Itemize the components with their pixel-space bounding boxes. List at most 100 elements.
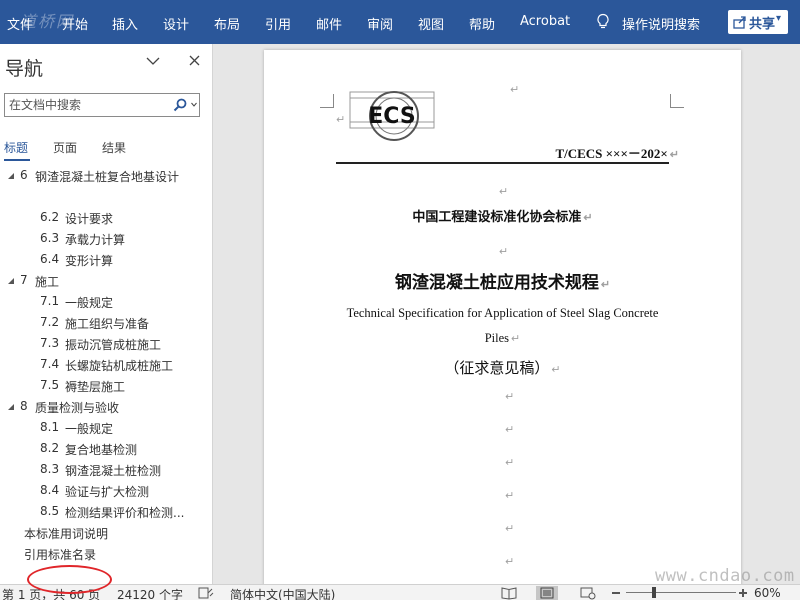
paragraph-mark: ↵ xyxy=(600,279,611,291)
tab-acrobat[interactable]: Acrobat xyxy=(520,14,570,29)
nav-heading-item[interactable]: 8.1 一般规定 xyxy=(0,420,212,438)
paragraph-mark: ↵ xyxy=(505,555,515,568)
document-page[interactable]: ↵ ↵ ECS T/CECS ×××－202× ↵ ↵ 中国工程建设标准化协会标准… xyxy=(264,50,741,584)
ecs-logo-text: ECS xyxy=(368,104,415,129)
nav-heading-text: 复合地基检测 xyxy=(65,443,138,457)
tab-headings[interactable]: 标题 xyxy=(4,139,28,156)
nav-heading-text: 质量检测与验收 xyxy=(35,401,120,415)
nav-heading-number: 8.1 xyxy=(40,420,60,434)
margin-corner-mark xyxy=(670,94,684,108)
nav-heading-number: 7.4 xyxy=(40,357,60,371)
nav-heading-item[interactable]: 6.3 承载力计算 xyxy=(0,231,212,249)
tab-mailings[interactable]: 邮件 xyxy=(316,14,342,33)
tab-help[interactable]: 帮助 xyxy=(469,14,495,33)
standard-code-text: T/CECS ×××－202× xyxy=(555,146,668,161)
nav-heading-item[interactable]: 7.5 褥垫层施工 xyxy=(0,378,212,396)
nav-heading-text: 验证与扩大检测 xyxy=(65,485,150,499)
nav-heading-item[interactable]: 7 施工 xyxy=(0,273,212,291)
search-input[interactable] xyxy=(5,94,170,116)
status-bar: 第 1 页，共 60 页 24120 个字 简体中文(中国大陆) 60% xyxy=(0,584,800,600)
language[interactable]: 简体中文(中国大陆) xyxy=(230,586,335,600)
tab-file[interactable]: 文件 xyxy=(7,14,33,33)
organization-name: 中国工程建设标准化协会标准 xyxy=(412,209,582,224)
selected-heading-highlight xyxy=(0,186,212,207)
expand-caret-icon[interactable] xyxy=(7,173,15,179)
chevron-down-icon[interactable] xyxy=(191,102,197,107)
share-button[interactable]: 共享 ▾ xyxy=(728,10,788,34)
nav-heading-item[interactable]: 6.2 设计要求 xyxy=(0,210,212,228)
nav-search-box xyxy=(4,93,200,117)
nav-heading-item[interactable]: 本标准用词说明 xyxy=(0,525,212,543)
paragraph-mark: ↵ xyxy=(510,83,520,96)
tab-review[interactable]: 审阅 xyxy=(367,14,393,33)
word-count[interactable]: 24120 个字 xyxy=(117,586,183,600)
nav-heading-number: 7.3 xyxy=(40,336,60,350)
nav-heading-item[interactable]: 8.5 检测结果评价和检测... xyxy=(0,504,212,522)
tell-me-search[interactable]: 操作说明搜索 xyxy=(622,14,700,33)
standard-code: T/CECS ×××－202× ↵ xyxy=(555,143,679,162)
tab-view[interactable]: 视图 xyxy=(418,14,444,33)
zoom-in-button-bar[interactable] xyxy=(742,589,744,597)
zoom-slider-thumb[interactable] xyxy=(652,587,656,598)
header-rule xyxy=(336,162,669,164)
page-count-highlight-circle xyxy=(27,565,112,594)
nav-heading-item[interactable]: 7.1 一般规定 xyxy=(0,294,212,312)
paragraph-mark: ↵ xyxy=(551,364,561,376)
web-layout-icon[interactable] xyxy=(577,586,599,600)
paragraph-mark: ↵ xyxy=(669,149,679,161)
draft-label: （征求意见稿） xyxy=(444,361,550,377)
nav-heading-number: 6.4 xyxy=(40,252,60,266)
share-label: 共享 xyxy=(749,17,776,32)
expand-caret-icon[interactable] xyxy=(7,278,15,284)
chevron-down-icon[interactable] xyxy=(146,56,160,66)
nav-heading-item[interactable]: 7.3 振动沉管成桩施工 xyxy=(0,336,212,354)
document-canvas[interactable]: ↵ ↵ ECS T/CECS ×××－202× ↵ ↵ 中国工程建设标准化协会标准… xyxy=(214,44,800,584)
proofing-icon[interactable] xyxy=(198,587,214,599)
title-cn-line: 钢渣混凝土桩应用技术规程 ↵ xyxy=(264,268,741,293)
nav-heading-item[interactable]: 8.3 钢渣混凝土桩检测 xyxy=(0,462,212,480)
paragraph-mark: ↵ xyxy=(498,185,509,198)
search-icon[interactable] xyxy=(173,98,187,112)
read-mode-icon[interactable] xyxy=(498,586,520,600)
tab-design[interactable]: 设计 xyxy=(163,14,189,33)
tab-layout[interactable]: 布局 xyxy=(214,14,240,33)
nav-heading-text: 施工 xyxy=(35,275,60,289)
tab-results[interactable]: 结果 xyxy=(102,139,126,156)
nav-heading-number: 7 xyxy=(20,273,28,287)
nav-heading-text: 一般规定 xyxy=(65,422,114,436)
zoom-out-button[interactable] xyxy=(612,592,620,594)
nav-heading-text: 引用标准名录 xyxy=(24,548,97,562)
lightbulb-icon[interactable] xyxy=(596,13,610,30)
nav-heading-item[interactable]: 6 钢渣混凝土桩复合地基设计 xyxy=(0,168,212,186)
nav-heading-item[interactable]: 7.4 长螺旋钻机成桩施工 xyxy=(0,357,212,375)
nav-heading-number: 8 xyxy=(20,399,28,413)
paragraph-mark: ↵ xyxy=(498,245,509,258)
nav-heading-number: 6 xyxy=(20,168,28,182)
zoom-level[interactable]: 60% xyxy=(754,586,781,600)
nav-heading-number: 7.5 xyxy=(40,378,60,392)
nav-heading-text: 振动沉管成桩施工 xyxy=(65,338,162,352)
nav-heading-item[interactable]: 8 质量检测与验收 xyxy=(0,399,212,417)
print-layout-icon[interactable] xyxy=(536,586,558,600)
zoom-slider[interactable] xyxy=(626,592,736,593)
nav-heading-text: 长螺旋钻机成桩施工 xyxy=(65,359,174,373)
tab-references[interactable]: 引用 xyxy=(265,14,291,33)
nav-heading-text: 承载力计算 xyxy=(65,233,126,247)
nav-heading-text: 设计要求 xyxy=(65,212,114,226)
nav-heading-item[interactable]: 7.2 施工组织与准备 xyxy=(0,315,212,333)
close-icon[interactable] xyxy=(189,55,200,66)
nav-heading-item[interactable]: 6.4 变形计算 xyxy=(0,252,212,270)
expand-caret-icon[interactable] xyxy=(7,404,15,410)
paragraph-mark: ↵ xyxy=(511,333,521,345)
organization-line: 中国工程建设标准化协会标准 ↵ xyxy=(264,206,741,225)
tab-home[interactable]: 开始 xyxy=(62,14,88,33)
paragraph-mark-line: ↵ xyxy=(264,240,741,259)
tab-pages[interactable]: 页面 xyxy=(53,139,77,156)
nav-heading-item[interactable]: 8.4 验证与扩大检测 xyxy=(0,483,212,501)
nav-pane-title: 导航 xyxy=(5,58,44,80)
nav-heading-number: 6.2 xyxy=(40,210,60,224)
nav-heading-item[interactable]: 8.2 复合地基检测 xyxy=(0,441,212,459)
nav-heading-number: 8.5 xyxy=(40,504,60,518)
tab-insert[interactable]: 插入 xyxy=(112,14,138,33)
nav-heading-item[interactable]: 引用标准名录 xyxy=(0,546,212,564)
